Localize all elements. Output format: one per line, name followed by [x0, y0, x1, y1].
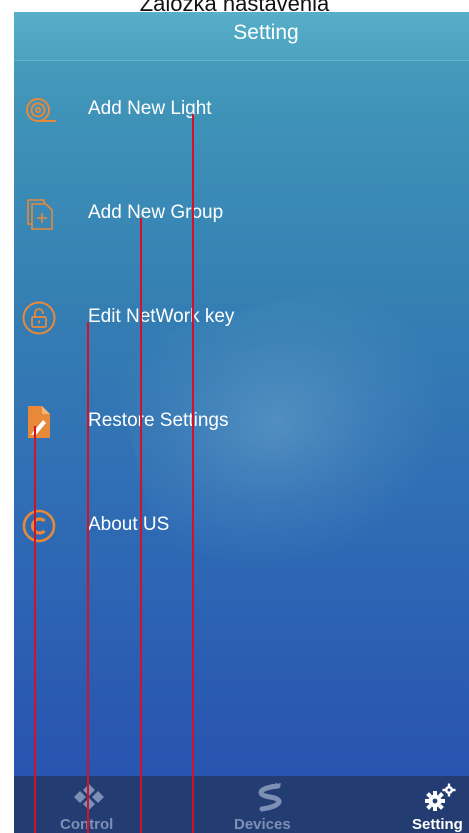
lock-icon [22, 301, 56, 335]
phone-screen: Setting Add New Light Add New Group Edit… [14, 12, 469, 833]
tab-devices[interactable]: Devices [226, 776, 316, 833]
copyright-icon [22, 509, 56, 543]
page: Záložka nastavenia Setting Add New Light [0, 0, 469, 833]
menu-item-label: Restore Settings [88, 410, 229, 431]
menu-item-add-new-group[interactable]: Add New Group [14, 184, 469, 244]
tab-control[interactable]: Control [54, 776, 134, 833]
menu-item-label: Add New Group [88, 202, 224, 223]
menu-item-add-new-light[interactable]: Add New Light [14, 80, 469, 140]
tab-label: Setting [412, 816, 463, 833]
menu-item-edit-network-key[interactable]: Edit NetWork key [14, 288, 469, 348]
page-title: Setting [233, 21, 299, 44]
restore-document-icon [28, 406, 50, 438]
annotation-line-add-new-light [192, 114, 194, 833]
tab-setting[interactable]: Setting [404, 776, 469, 833]
annotation-line-restore-settings [34, 426, 36, 833]
gears-icon [425, 783, 456, 811]
menu-item-restore-settings[interactable]: Restore Settings [14, 392, 469, 452]
menu-item-about-us[interactable]: About US [14, 496, 469, 556]
menu-item-label: Edit NetWork key [88, 306, 235, 327]
annotation-line-edit-network-key [87, 322, 89, 833]
add-group-icon [27, 199, 53, 230]
light-strip-icon [258, 782, 282, 812]
navigation-bar: Setting [14, 12, 469, 61]
light-ring-icon [26, 98, 56, 122]
annotation-line-add-new-group [140, 218, 142, 833]
tab-label: Devices [234, 816, 291, 833]
menu-item-label: About US [88, 514, 170, 535]
control-dpad-icon [74, 784, 104, 810]
tab-bar: Control Devices [14, 776, 469, 833]
